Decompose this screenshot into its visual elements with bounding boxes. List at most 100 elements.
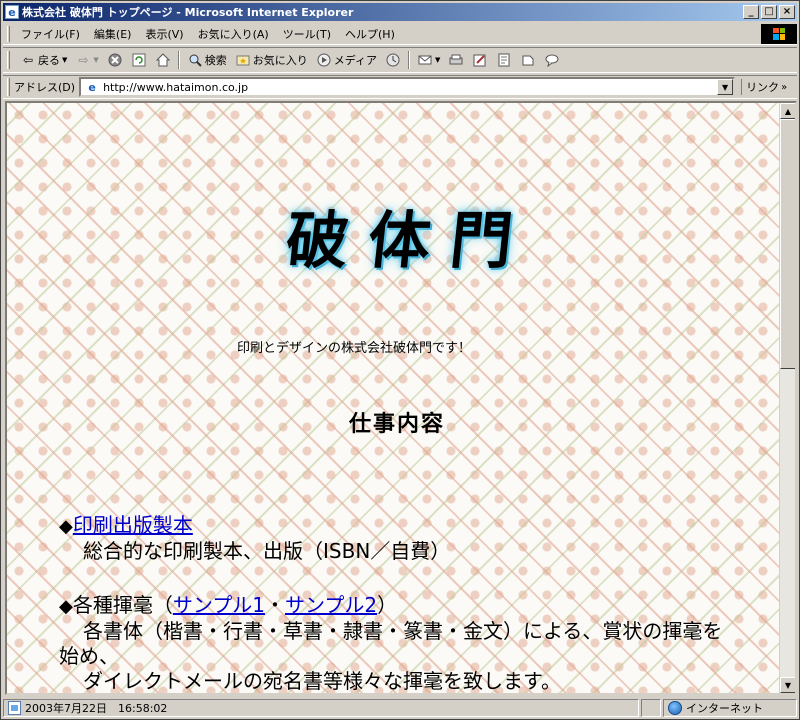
logo-char: 門 [446, 204, 517, 277]
zone-label: インターネット [686, 702, 763, 715]
calligraphy-description-3: ダイレクトメールの宛名書等様々な揮毫を致します。 [83, 669, 561, 693]
minimize-button[interactable]: _ [743, 5, 759, 19]
links-label[interactable]: リンク [741, 79, 779, 95]
status-bar: 2003年7月22日 16:58:02 インターネット [3, 698, 797, 718]
printing-description: 総合的な印刷製本、出版（ISBN／自費） [83, 539, 451, 563]
menu-file[interactable]: ファイル(F) [14, 24, 87, 44]
history-button[interactable] [381, 50, 405, 70]
refresh-button[interactable] [127, 50, 151, 70]
print-icon [448, 52, 464, 68]
home-icon [155, 52, 171, 68]
tagline: 印刷とデザインの株式会社破体門です！ [237, 341, 472, 356]
web-page: 破 体 門 印刷とデザインの株式会社破体門です！ 仕事内容 ◆印刷出版製本 総合… [7, 103, 779, 693]
sample2-link[interactable]: サンプル2 [285, 593, 377, 617]
calligraphy-heading: 各種揮毫（ [72, 593, 173, 617]
menu-tools[interactable]: ツール(T) [276, 24, 338, 44]
back-arrow-icon: ⇦ [22, 53, 34, 67]
toolbar-separator [177, 51, 180, 69]
maximize-button[interactable]: □ [761, 5, 777, 19]
scroll-up-button[interactable]: ▲ [780, 103, 795, 119]
mail-icon [417, 52, 433, 68]
bullet-diamond: ◆ [59, 596, 73, 617]
history-icon [385, 52, 401, 68]
closing-paren: ） [377, 593, 398, 617]
research-button[interactable] [516, 50, 540, 70]
refresh-icon [131, 52, 147, 68]
address-input[interactable] [103, 80, 718, 94]
vertical-scrollbar[interactable]: ▲ ▼ [779, 103, 795, 693]
media-button[interactable]: メディア [312, 50, 381, 70]
ie-icon: e [5, 5, 19, 19]
logo-char: 体 [364, 204, 435, 277]
media-label: メディア [333, 54, 378, 67]
menu-grip[interactable] [7, 25, 10, 42]
sample1-link[interactable]: サンプル1 [173, 593, 265, 617]
edit-icon [472, 52, 488, 68]
address-dropdown-button[interactable]: ▼ [717, 79, 734, 95]
back-label: 戻る [38, 54, 60, 67]
status-empty-pane [641, 699, 661, 717]
research-icon [520, 52, 536, 68]
links-chevron-icon[interactable]: » [781, 82, 787, 93]
address-field[interactable]: e ▼ [79, 77, 736, 97]
back-button[interactable]: ⇦ 戻る ▼ [16, 50, 71, 70]
logo-char: 破 [282, 204, 353, 277]
mail-dropdown-icon[interactable]: ▼ [435, 56, 440, 64]
site-logo: 破 体 門 [235, 195, 565, 277]
address-bar: アドレス(D) e ▼ リンク » [3, 75, 797, 99]
back-dropdown-icon[interactable]: ▼ [62, 56, 67, 64]
menu-bar: ファイル(F) 編集(E) 表示(V) お気に入り(A) ツール(T) ヘルプ(… [3, 23, 797, 45]
scroll-down-button[interactable]: ▼ [780, 677, 795, 693]
toolbar-separator [408, 51, 411, 69]
menu-edit[interactable]: 編集(E) [87, 24, 139, 44]
separator-dot: ・ [264, 593, 285, 617]
search-label: 検索 [204, 54, 227, 67]
stop-button[interactable] [103, 50, 127, 70]
favorites-button[interactable]: お気に入り [231, 50, 312, 70]
address-grip[interactable] [7, 78, 10, 96]
menu-view[interactable]: 表示(V) [138, 24, 190, 44]
printing-link[interactable]: 印刷出版製本 [73, 513, 193, 537]
calligraphy-description-1: 各書体（楷書・行書・草書・隷書・篆書・金文）による、賞状の揮毫を [83, 619, 723, 643]
menu-help[interactable]: ヘルプ(H) [338, 24, 402, 44]
toolbar: ⇦ 戻る ▼ ⇨ ▼ 検索 お気に入り メディア ▼ [3, 47, 797, 73]
favorites-label: お気に入り [252, 54, 308, 67]
browser-window: e 株式会社 破体門 トップページ - Microsoft Internet E… [0, 0, 800, 720]
address-label: アドレス(D) [14, 81, 76, 94]
messenger-icon [544, 52, 560, 68]
calligraphy-description-2: 始め、 [59, 644, 119, 668]
window-title: 株式会社 破体門 トップページ - Microsoft Internet Exp… [22, 6, 354, 19]
messenger-button[interactable] [540, 50, 564, 70]
globe-icon [668, 701, 682, 715]
media-icon [316, 52, 332, 68]
search-button[interactable]: 検索 [183, 50, 231, 70]
title-bar[interactable]: e 株式会社 破体門 トップページ - Microsoft Internet E… [3, 3, 797, 21]
section-title: 仕事内容 [349, 411, 446, 437]
favorites-icon [235, 52, 251, 68]
scroll-thumb[interactable] [780, 119, 795, 369]
content-frame: 破 体 門 印刷とデザインの株式会社破体門です！ 仕事内容 ◆印刷出版製本 総合… [5, 101, 797, 695]
print-button[interactable] [444, 50, 468, 70]
mail-button[interactable]: ▼ [413, 50, 444, 70]
status-zone-pane: インターネット [663, 699, 797, 717]
close-button[interactable]: × [779, 5, 795, 19]
status-main-pane: 2003年7月22日 16:58:02 [3, 699, 639, 717]
menu-favorites[interactable]: お気に入り(A) [191, 24, 276, 44]
search-icon [187, 52, 203, 68]
bullet-diamond: ◆ [59, 516, 73, 537]
windows-logo [761, 23, 797, 44]
stop-icon [107, 52, 123, 68]
forward-button[interactable]: ⇨ ▼ [71, 50, 102, 70]
page-icon: e [88, 80, 96, 94]
toolbar-grip[interactable] [7, 51, 10, 69]
home-button[interactable] [151, 50, 175, 70]
forward-arrow-icon: ⇨ [78, 53, 89, 67]
edit-button[interactable] [468, 50, 492, 70]
status-text: 2003年7月22日 16:58:02 [25, 702, 168, 715]
discuss-icon [496, 52, 512, 68]
discuss-button[interactable] [492, 50, 516, 70]
forward-dropdown-icon[interactable]: ▼ [93, 56, 98, 64]
service-item-printing: ◆印刷出版製本 総合的な印刷製本、出版（ISBN／自費） [59, 513, 450, 564]
service-item-calligraphy: ◆各種揮毫（サンプル1・サンプル2） 各書体（楷書・行書・草書・隷書・篆書・金文… [59, 593, 722, 693]
page-status-icon [8, 701, 21, 715]
